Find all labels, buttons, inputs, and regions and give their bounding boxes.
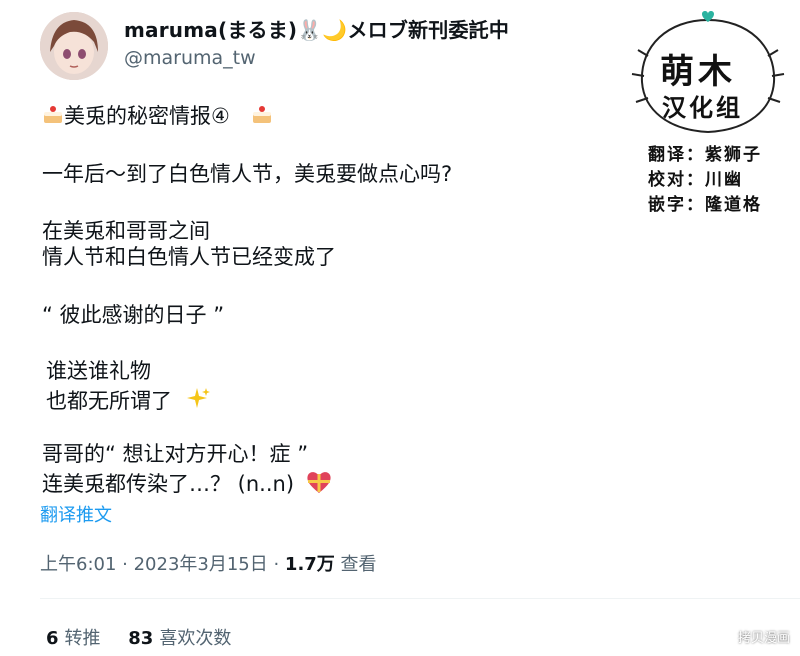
avatar-image xyxy=(40,12,108,80)
credit-proofreader: 校对：川幽 xyxy=(648,170,743,190)
tweet-line: 情人节和白色情人节已经变成了 xyxy=(42,245,336,269)
credit-typesetter: 嵌字：隆道格 xyxy=(648,195,762,215)
translate-tweet-link[interactable]: 翻译推文 xyxy=(40,501,112,527)
tweet-line-text: 连美兎都传染了…？ (n..n) xyxy=(42,472,295,496)
tweet-line-text: 也都无所谓了 xyxy=(46,389,172,413)
divider xyxy=(40,598,800,599)
cake-icon xyxy=(251,103,273,131)
author-display-name[interactable]: maruma(まるま)🐰🌙メロブ新刊委託中 xyxy=(124,14,509,43)
retweets-count: 6 xyxy=(46,628,59,649)
likes-label: 喜欢次数 xyxy=(159,628,232,649)
tweet-line-title: 美兎的秘密情报④ xyxy=(42,103,273,131)
credit-translator: 翻译：紫狮子 xyxy=(648,145,762,165)
tweet-line: 在美兎和哥哥之间 xyxy=(42,219,210,243)
tweet-stats: 6 转推 83 喜欢次数 xyxy=(46,624,253,650)
retweets-label: 转推 xyxy=(64,628,101,649)
tweet-line: 谁送谁礼物 xyxy=(46,359,151,383)
avatar[interactable] xyxy=(40,12,108,80)
retweets-stat[interactable]: 6 转推 xyxy=(46,624,101,650)
tweet-title-text: 美兎的秘密情报④ xyxy=(64,104,230,128)
tweet-timestamp[interactable]: 上午6:01 · 2023年3月15日 · xyxy=(40,554,285,575)
tweet-metadata: 上午6:01 · 2023年3月15日 · 1.7万 查看 xyxy=(40,550,377,576)
cake-icon xyxy=(42,103,64,131)
group-name-primary: 萌木 xyxy=(660,52,736,92)
likes-stat[interactable]: 83 喜欢次数 xyxy=(128,624,231,650)
views-count: 1.7万 xyxy=(284,554,335,575)
tweet-line: 哥哥的“ 想让对方开心！症 ” xyxy=(42,442,309,466)
group-name-secondary: 汉化组 xyxy=(662,94,743,122)
author-handle[interactable]: @maruma_tw xyxy=(124,47,256,69)
watermark: 拷贝漫画 xyxy=(737,631,790,646)
tweet-line: 一年后～到了白色情人节，美兎要做点心吗? xyxy=(42,162,453,186)
tweet-line-sparkle: 也都无所谓了 xyxy=(46,386,211,418)
tweet-line-heart: 连美兎都传染了…？ (n..n) xyxy=(42,469,333,501)
likes-count: 83 xyxy=(128,628,154,649)
views-label: 查看 xyxy=(334,554,377,575)
heart-gift-icon xyxy=(305,469,333,501)
sparkles-icon xyxy=(185,386,211,418)
tweet-line: “ 彼此感谢的日子 ” xyxy=(42,303,225,327)
